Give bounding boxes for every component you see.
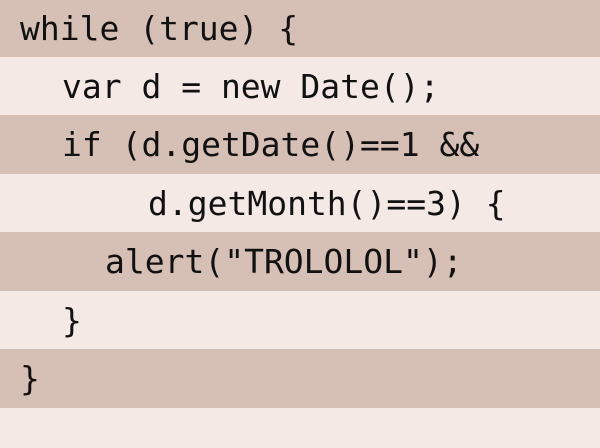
code-line: alert("TROLOLOL"); xyxy=(105,242,463,281)
code-line: while (true) { xyxy=(20,9,299,48)
code-line: } xyxy=(62,301,82,340)
code-block: while (true) { var d = new Date(); if (d… xyxy=(0,0,600,448)
code-line: var d = new Date(); xyxy=(62,67,440,106)
code-line: } xyxy=(20,359,40,398)
code-line: if (d.getDate()==1 && xyxy=(62,125,480,164)
code-line: d.getMonth()==3) { xyxy=(148,184,506,223)
